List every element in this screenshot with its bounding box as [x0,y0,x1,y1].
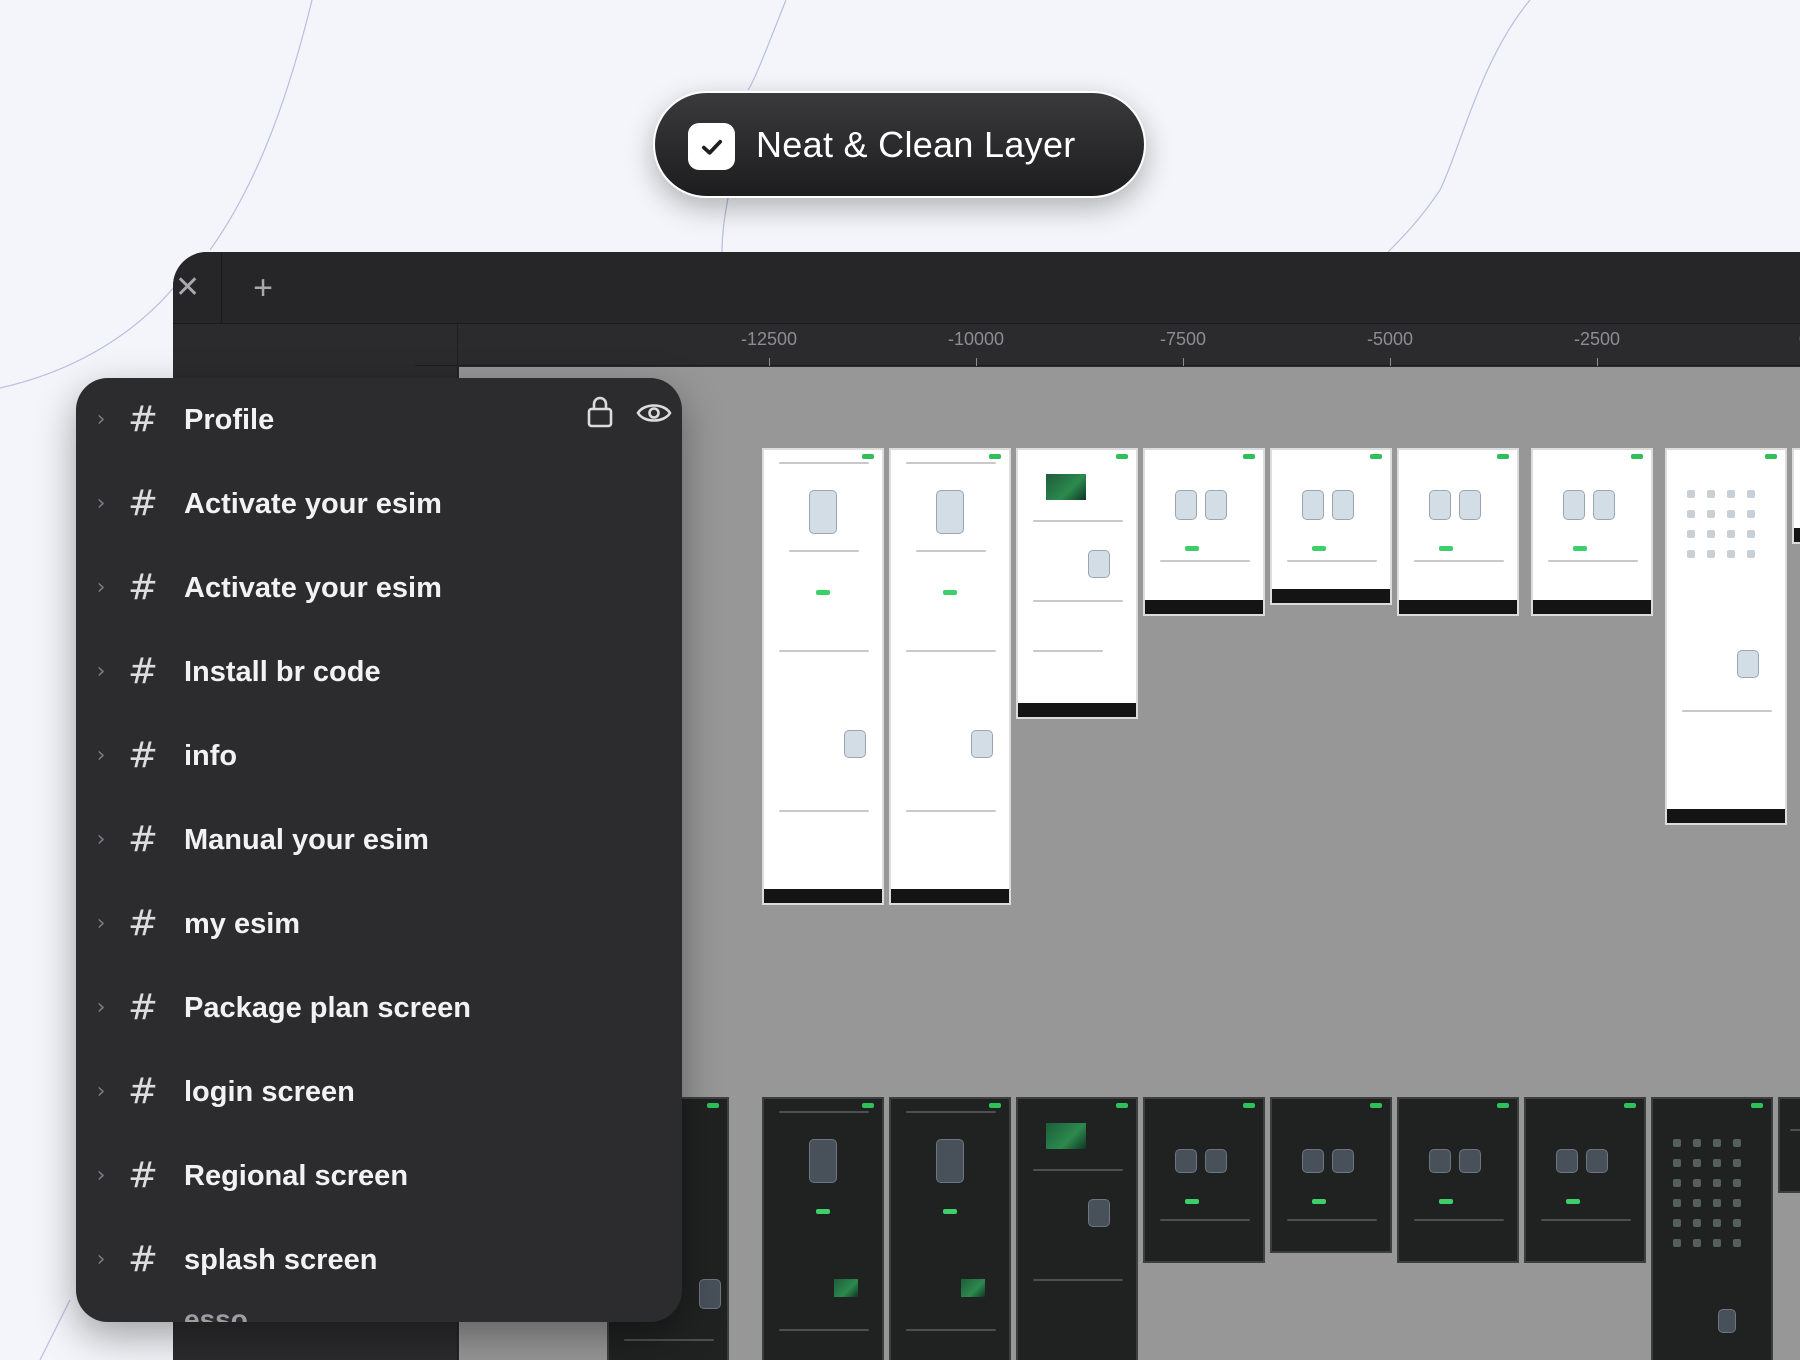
chevron-right-icon[interactable]: › [91,714,111,798]
frame-hash-icon: # [127,1239,159,1280]
layer-row-manual-esim[interactable]: › # Manual your esim [76,798,682,882]
layer-label: Activate your esim [184,572,442,604]
dark-frame-thumbnail[interactable] [1270,1097,1392,1253]
chevron-right-icon[interactable]: › [91,378,111,462]
ruler-tick [769,358,770,366]
chevron-right-icon[interactable]: › [91,462,111,546]
layers-panel: › # Profile › # Activate your esim › # A… [76,378,682,1322]
ruler-corner [415,324,458,366]
ruler-label: -2500 [1573,329,1621,349]
layer-row-info[interactable]: › # info [76,714,682,798]
dark-frame-thumbnail[interactable] [1397,1097,1519,1263]
dark-frame-thumbnail[interactable] [1016,1097,1138,1360]
layer-label: my esim [184,908,301,940]
light-frame-thumbnail[interactable] [889,448,1011,905]
frame-hash-icon: # [127,987,159,1028]
light-frame-thumbnail[interactable] [1792,448,1800,544]
frame-hash-icon: # [127,735,159,776]
dark-frame-thumbnail[interactable] [1143,1097,1265,1263]
light-frame-thumbnail[interactable] [1270,448,1392,605]
ruler-label: -10000 [947,329,1005,349]
light-frame-thumbnail[interactable] [1397,448,1519,616]
dark-frame-thumbnail[interactable] [762,1097,884,1360]
dark-frame-thumbnail[interactable] [1524,1097,1646,1263]
ruler-tick [1183,358,1184,366]
dark-frame-thumbnail[interactable] [1651,1097,1773,1360]
light-frame-thumbnail[interactable] [762,448,884,905]
light-frame-thumbnail[interactable] [1665,448,1787,825]
frame-hash-icon: # [127,1071,159,1112]
chevron-right-icon[interactable]: › [91,798,111,882]
layer-label: Activate your esim [184,488,442,520]
layer-row-package-plan[interactable]: › # Package plan screen [76,966,682,1050]
chevron-right-icon[interactable]: › [91,630,111,714]
chevron-right-icon[interactable]: › [91,966,111,1050]
ruler-tick [976,358,977,366]
chevron-right-icon[interactable]: › [91,1050,111,1134]
layer-row-activate-esim[interactable]: › # Activate your esim [76,462,682,546]
frame-hash-icon: # [127,651,159,692]
layer-row-my-esim[interactable]: › # my esim [76,882,682,966]
chevron-right-icon[interactable]: › [91,882,111,966]
frame-hash-icon: # [127,483,159,524]
dark-frame-thumbnail[interactable] [1778,1097,1800,1193]
ruler-tick [1390,358,1391,366]
layer-row-login-screen[interactable]: › # login screen [76,1050,682,1134]
frame-hash-icon: # [127,1155,159,1196]
horizontal-ruler: -12500 -10000 -7500 -5000 -2500 0 [458,324,1800,366]
layer-label: splash screen [184,1244,378,1276]
feature-badge: Neat & Clean Layer [653,91,1146,198]
layer-label: Package plan screen [184,992,471,1024]
chevron-right-icon[interactable]: › [91,1218,111,1302]
layer-label: Manual your esim [184,824,429,856]
cut-off-layer-label: esso [184,1304,248,1322]
layer-row-regional-screen[interactable]: › # Regional screen [76,1134,682,1218]
eye-icon[interactable] [636,400,672,426]
light-frame-thumbnail[interactable] [1531,448,1653,616]
ruler-label: -12500 [740,329,798,349]
chevron-right-icon[interactable]: › [91,1134,111,1218]
ruler-tick [1597,358,1598,366]
ruler-label: -5000 [1366,329,1414,349]
light-frame-thumbnail[interactable] [1143,448,1265,616]
layer-row-activate-esim-2[interactable]: › # Activate your esim [76,546,682,630]
frame-hash-icon: # [127,567,159,608]
layer-label: info [184,740,238,772]
plus-icon[interactable]: + [243,268,283,308]
close-icon[interactable]: ✕ [173,270,207,306]
tab-bar: ✕ + [173,252,1800,324]
layer-label: login screen [184,1076,355,1108]
lock-icon[interactable] [586,395,614,429]
layer-label: Profile [184,404,275,436]
layer-row-splash-screen[interactable]: › # splash screen [76,1218,682,1302]
layer-label: Install br code [184,656,381,688]
frame-hash-icon: # [127,399,159,440]
checkmark-icon [688,123,735,170]
light-frame-thumbnail[interactable] [1016,448,1138,719]
layer-row-install-br-code[interactable]: › # Install br code [76,630,682,714]
badge-title: Neat & Clean Layer [756,124,1076,165]
layer-row-profile[interactable]: › # Profile [76,378,682,462]
frame-hash-icon: # [127,819,159,860]
layer-label: Regional screen [184,1160,409,1192]
ruler-label: -7500 [1159,329,1207,349]
dark-frame-thumbnail[interactable] [889,1097,1011,1360]
frame-hash-icon: # [127,903,159,944]
tab-divider [221,252,222,324]
chevron-right-icon[interactable]: › [91,546,111,630]
